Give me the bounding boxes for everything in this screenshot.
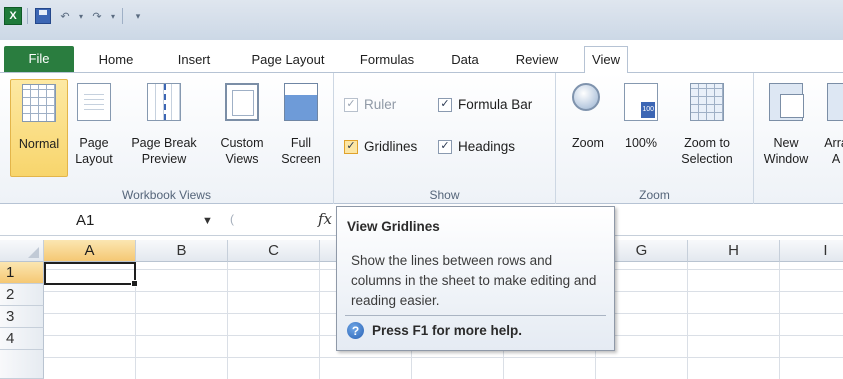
checkmark-icon: ✓ [438,139,452,154]
save-icon[interactable] [33,6,53,26]
tab-insert[interactable]: Insert [164,48,224,72]
row-header[interactable]: 1 [0,262,44,284]
tab-review[interactable]: Review [504,48,570,72]
headings-checkbox[interactable]: ✓ Headings [438,139,515,154]
tab-page-layout[interactable]: Page Layout [240,48,336,72]
normal-view-button[interactable]: Normal [10,79,68,177]
custom-views-label: Custom Views [220,136,264,166]
tooltip-description: Show the lines between rows and columns … [351,253,597,308]
chevron-down-icon[interactable]: ▼ [202,209,213,233]
page-break-preview-icon [147,83,181,121]
headings-label: Headings [458,139,516,154]
insert-function-icon[interactable]: fx [318,210,332,228]
custom-views-icon [225,83,259,121]
formula-bar-divider: ( [230,212,234,226]
normal-view-icon [22,84,56,122]
column-header[interactable]: I [780,240,843,262]
full-screen-button[interactable]: Full Screen [272,79,330,177]
arrange-all-button[interactable]: Arra A [816,79,843,177]
column-header[interactable]: B [136,240,228,262]
ribbon-tabs: File Home Insert Page Layout Formulas Da… [0,44,843,73]
row-header[interactable]: 2 [0,284,44,306]
group-window: New Window Arra A [754,73,843,204]
customize-qat-icon[interactable]: ▾ [128,6,148,26]
ruler-label: Ruler [364,97,397,112]
tab-formulas[interactable]: Formulas [350,48,424,72]
select-all-corner[interactable] [0,240,44,262]
column-header[interactable]: A [44,240,136,262]
formula-bar-label: Formula Bar [458,97,533,112]
page-break-preview-label: Page Break Preview [131,136,197,166]
formula-bar-checkbox[interactable]: ✓ Formula Bar [438,97,532,112]
full-screen-label: Full Screen [281,136,321,166]
zoom-100-button[interactable]: 100% [618,79,664,177]
redo-dropdown-icon[interactable]: ▾ [109,6,117,26]
title-bar: X ↶ ▾ ↷ ▾ ▾ [0,0,843,40]
magnifier-icon [572,83,600,111]
page-layout-icon [77,83,111,121]
ruler-checkbox[interactable]: ✓ Ruler [344,97,396,112]
tooltip-help-text: Press F1 for more help. [372,323,523,338]
zoom-button[interactable]: Zoom [562,79,614,177]
tooltip-help: ? Press F1 for more help. [347,322,522,339]
ribbon: Normal Page Layout Page Break Preview Cu… [0,72,843,204]
checkmark-icon: ✓ [344,139,358,154]
gridlines-tooltip: View Gridlines Show the lines between ro… [336,206,615,351]
tooltip-divider [345,315,606,316]
tab-file[interactable]: File [4,46,74,72]
row-header[interactable]: 3 [0,306,44,328]
active-cell[interactable] [44,262,138,287]
new-window-icon [769,83,804,121]
undo-icon[interactable]: ↶ [55,6,75,26]
tab-view[interactable]: View [584,46,628,73]
row-header[interactable]: 4 [0,328,44,350]
page-layout-label: Page Layout [75,136,113,166]
zoom-label: Zoom [572,136,604,150]
group-label-workbook-views: Workbook Views [122,188,211,202]
excel-app-icon[interactable]: X [4,7,22,25]
normal-view-label: Normal [18,137,60,151]
zoom-100-label: 100% [625,136,657,150]
column-header[interactable]: H [688,240,780,262]
group-zoom: Zoom 100% Zoom to Selection Zoom [556,73,754,204]
help-icon: ? [347,322,364,339]
gridlines-label: Gridlines [364,139,418,154]
new-window-button[interactable]: New Window [758,79,814,177]
checkmark-icon: ✓ [438,97,452,112]
page-layout-view-button[interactable]: Page Layout [72,79,116,177]
name-box-value: A1 [76,212,95,229]
arrange-all-label: Arra A [824,136,843,166]
column-header[interactable]: C [228,240,320,262]
group-label-show: Show [429,188,460,202]
tab-home[interactable]: Home [84,48,148,72]
page-break-preview-button[interactable]: Page Break Preview [118,79,210,177]
zoom-to-selection-label: Zoom to Selection [681,136,733,166]
redo-icon[interactable]: ↷ [87,6,107,26]
checkmark-icon: ✓ [344,97,358,112]
qat-separator [27,8,28,24]
row-header[interactable] [0,350,44,379]
zoom-100-icon [624,83,658,121]
group-show: ✓ Ruler ✓ Formula Bar ✓ Gridlines ✓ Head… [334,73,556,204]
undo-dropdown-icon[interactable]: ▾ [77,6,85,26]
name-box[interactable]: A1 ▼ [4,209,224,233]
tab-data[interactable]: Data [440,48,490,72]
arrange-all-icon [827,83,843,121]
quick-access-toolbar: X ↶ ▾ ↷ ▾ ▾ [4,4,148,28]
new-window-label: New Window [763,136,809,166]
zoom-to-selection-button[interactable]: Zoom to Selection [668,79,746,177]
gridlines-checkbox[interactable]: ✓ Gridlines [344,139,417,154]
group-workbook-views: Normal Page Layout Page Break Preview Cu… [0,73,334,204]
custom-views-button[interactable]: Custom Views [214,79,270,177]
tooltip-title: View Gridlines [347,219,440,234]
qat-separator [122,8,123,24]
group-label-zoom: Zoom [639,188,670,202]
zoom-to-selection-icon [690,83,724,121]
full-screen-icon [284,83,318,121]
